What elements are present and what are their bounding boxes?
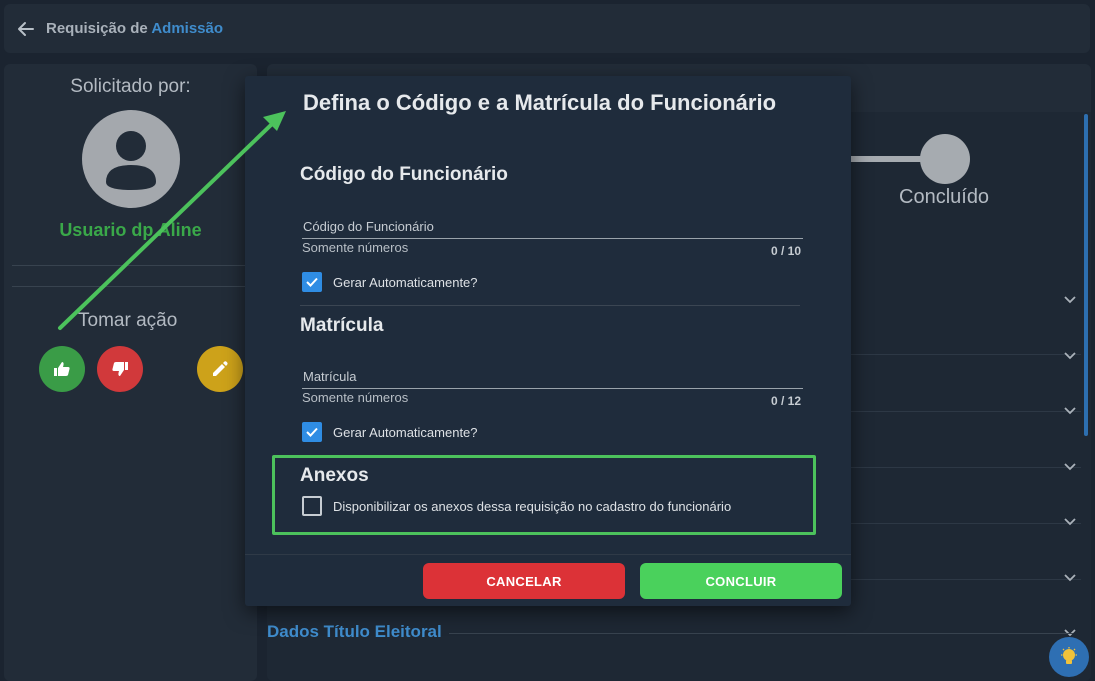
employee-code-underline — [302, 238, 803, 239]
chevron-down-icon[interactable] — [1063, 571, 1077, 585]
requester-name: Usuario dp Aline — [59, 220, 202, 240]
top-bar: Requisição de Admissão — [4, 4, 1090, 53]
accordion-divider — [851, 579, 1081, 580]
chevron-down-icon[interactable] — [1063, 293, 1077, 307]
lightbulb-icon — [1061, 647, 1077, 664]
scrollbar[interactable] — [1084, 114, 1088, 436]
dialog-title: Defina o Código e a Matrícula do Funcion… — [303, 90, 777, 115]
divider — [12, 265, 245, 266]
reject-button[interactable] — [97, 346, 143, 392]
help-button[interactable] — [1049, 637, 1089, 677]
check-icon — [306, 277, 318, 287]
user-icon — [106, 131, 156, 190]
registration-hint: Somente números — [302, 390, 409, 405]
avatar — [82, 110, 180, 208]
requester-panel: Solicitado por: Usuario dp Aline Tomar a… — [4, 64, 257, 681]
edit-button[interactable] — [197, 346, 243, 392]
stepper-step-label: Concluído — [899, 186, 990, 208]
employee-code-counter: 0 / 10 — [770, 244, 801, 258]
section-title-voter-id[interactable]: Dados Título Eleitoral — [267, 622, 442, 642]
attachments-checkbox[interactable] — [302, 496, 322, 516]
chevron-down-icon[interactable] — [1063, 460, 1077, 474]
section-title-registration: Matrícula — [300, 315, 384, 336]
pencil-icon — [213, 361, 228, 376]
confirm-button[interactable]: CONCLUIR — [640, 563, 842, 599]
chevron-down-icon[interactable] — [1063, 515, 1077, 529]
section-title-attachments: Anexos — [300, 465, 369, 486]
divider — [300, 305, 800, 306]
accordion-divider — [851, 354, 1081, 355]
attachments-option-label: Disponibilizar os anexos dessa requisiçã… — [333, 498, 732, 514]
registration-auto-label: Gerar Automaticamente? — [333, 424, 478, 440]
cancel-button[interactable]: CANCELAR — [423, 563, 625, 599]
chevron-down-icon[interactable] — [1063, 404, 1077, 418]
registration-auto-checkbox[interactable] — [302, 422, 322, 442]
thumbs-down-icon — [112, 362, 128, 376]
section-title-employee-code: Código do Funcionário — [300, 164, 508, 185]
registration-auto-option[interactable]: Gerar Automaticamente? — [302, 422, 478, 442]
employee-code-dialog: Defina o Código e a Matrícula do Funcion… — [245, 76, 851, 606]
employee-code-hint: Somente números — [302, 240, 409, 255]
chevron-down-icon[interactable] — [1063, 349, 1077, 363]
arrow-left-icon[interactable] — [16, 19, 36, 39]
divider — [449, 633, 1073, 634]
registration-field[interactable]: Matrícula — [303, 369, 356, 384]
accordion-divider — [851, 523, 1081, 524]
attachments-option[interactable]: Disponibilizar os anexos dessa requisiçã… — [302, 496, 731, 516]
employee-code-auto-checkbox[interactable] — [302, 272, 322, 292]
thumbs-up-icon — [54, 362, 70, 376]
registration-counter: 0 / 12 — [770, 394, 801, 408]
page-title-accent: Admissão — [151, 20, 224, 37]
employee-code-auto-option[interactable]: Gerar Automaticamente? — [302, 272, 478, 292]
divider — [245, 554, 851, 555]
employee-code-auto-label: Gerar Automaticamente? — [333, 274, 478, 290]
divider — [12, 286, 245, 287]
registration-underline — [302, 388, 803, 389]
take-action-label: Tomar ação — [78, 310, 178, 331]
check-icon — [306, 427, 318, 437]
accordion-divider — [851, 467, 1081, 468]
requested-by-label: Solicitado por: — [70, 76, 191, 97]
accordion-divider — [851, 411, 1081, 412]
employee-code-field[interactable]: Código do Funcionário — [303, 219, 434, 234]
approve-button[interactable] — [39, 346, 85, 392]
page-title-prefix: Requisição de — [46, 20, 148, 37]
stepper-step-circle — [920, 134, 970, 184]
page-title: Requisição de Admissão — [46, 20, 223, 37]
